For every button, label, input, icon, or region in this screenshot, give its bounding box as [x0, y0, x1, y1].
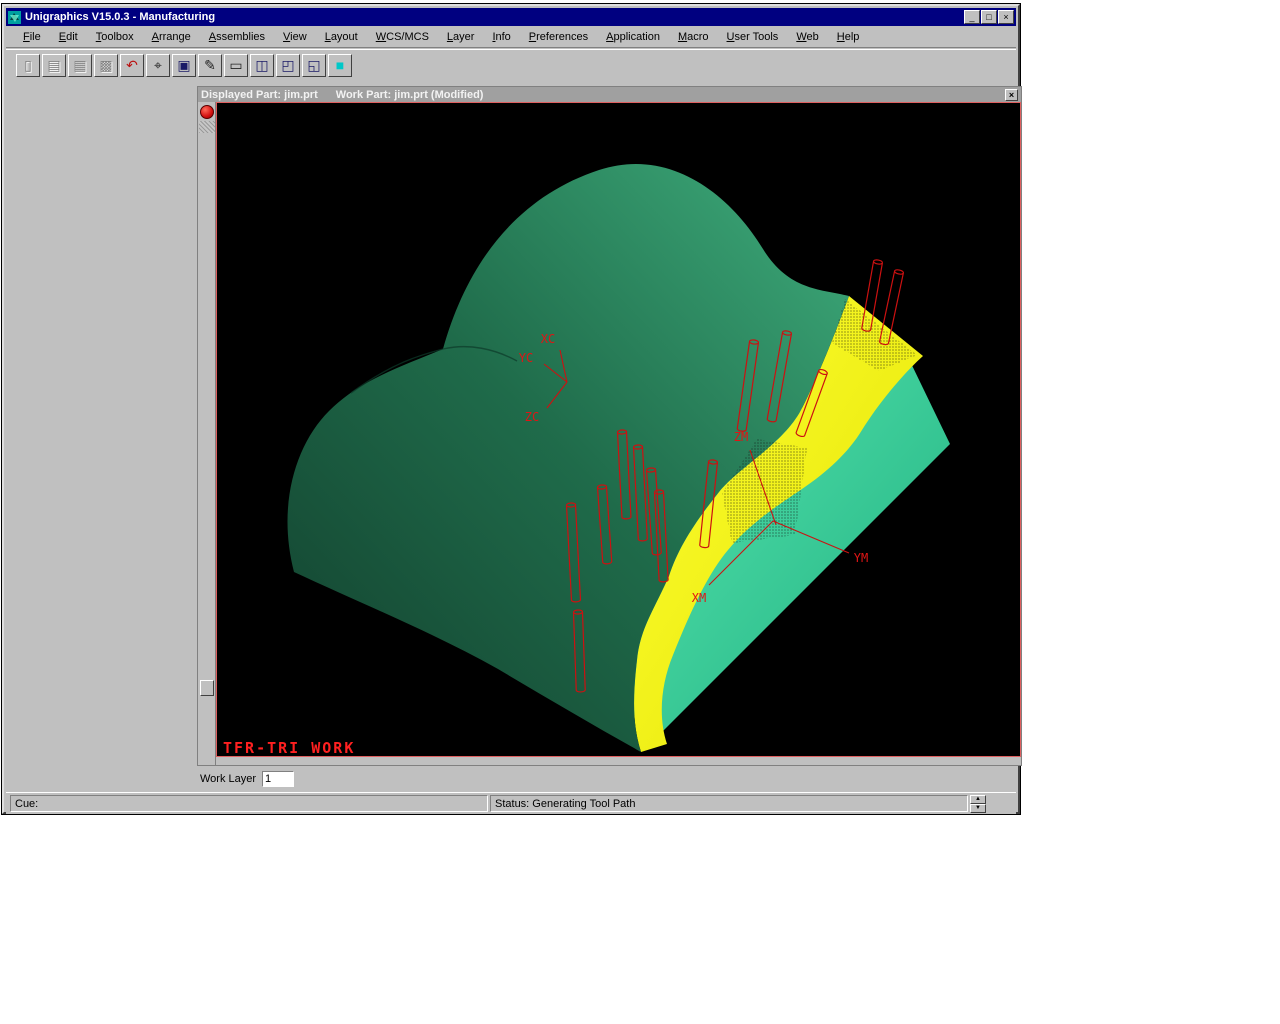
- solid-view-icon: ■: [336, 57, 344, 73]
- status-scroll-up-button[interactable]: ▲: [970, 795, 986, 804]
- menu-item-help[interactable]: Help: [828, 28, 869, 46]
- shaded-view-button[interactable]: ◱: [302, 54, 326, 77]
- work-layer-label: Work Layer: [200, 773, 256, 785]
- axis-label-zc: ZC: [525, 410, 539, 424]
- shaded-view-icon: ◱: [307, 57, 320, 74]
- graphics-window: Displayed Part: jim.prt Work Part: jim.p…: [197, 86, 1022, 766]
- menu-item-layout[interactable]: Layout: [316, 28, 367, 46]
- drafting-button[interactable]: ✎: [198, 54, 222, 77]
- axis-label-yc: YC: [519, 351, 533, 365]
- menu-item-preferences[interactable]: Preferences: [520, 28, 597, 46]
- desktop: Unigraphics V15.0.3 - Manufacturing _ □ …: [0, 0, 1280, 1024]
- menu-item-toolbox[interactable]: Toolbox: [87, 28, 143, 46]
- menu-item-layer[interactable]: Layer: [438, 28, 484, 46]
- work-layer-input[interactable]: [262, 771, 294, 787]
- app-icon: [8, 11, 21, 24]
- wireframe-view-button[interactable]: ◰: [276, 54, 300, 77]
- status-bar: Cue: Status: Generating Tool Path ▲ ▼: [6, 792, 1016, 814]
- view-annotation: TFR-TRI WORK: [223, 739, 355, 756]
- axis-label-zm: ZM: [734, 430, 748, 444]
- work-layer-row: Work Layer: [200, 769, 294, 789]
- zoom-button[interactable]: ⌖: [146, 54, 170, 77]
- graphics-close-button[interactable]: ×: [1005, 89, 1018, 101]
- menu-item-application[interactable]: Application: [597, 28, 669, 46]
- maximize-button[interactable]: □: [981, 10, 997, 24]
- status-scroll-down-button[interactable]: ▼: [970, 804, 986, 813]
- menu-item-user-tools[interactable]: User Tools: [718, 28, 788, 46]
- viewport-3d-canvas[interactable]: XC YC ZC ZM XM YM TFR-TRI WORK: [216, 102, 1021, 757]
- undo-icon: ↶: [126, 57, 138, 74]
- status-scroll-control: ▲ ▼: [970, 795, 986, 813]
- menu-bar: File Edit Toolbox Arrange Assemblies Vie…: [6, 26, 1016, 48]
- axis-label-xc: XC: [541, 332, 555, 346]
- toolbar: ▯ ▤ ▦ ▩ ↶ ⌖ ▣ ✎ ▭ ◫ ◰ ◱ ■: [6, 49, 1016, 80]
- interrupt-scrollbar[interactable]: [198, 102, 216, 765]
- side-panel: [6, 82, 197, 790]
- new-part-button[interactable]: ▯: [16, 54, 40, 77]
- layer-visibility-button[interactable]: ◫: [250, 54, 274, 77]
- interrupt-stop-light-button[interactable]: [200, 105, 214, 119]
- menu-item-edit[interactable]: Edit: [50, 28, 87, 46]
- drafting-icon: ✎: [204, 57, 216, 74]
- menu-item-assemblies[interactable]: Assemblies: [200, 28, 274, 46]
- close-button[interactable]: ×: [998, 10, 1014, 24]
- undo-button[interactable]: ↶: [120, 54, 144, 77]
- zoom-icon: ⌖: [154, 57, 162, 74]
- graphics-window-header[interactable]: Displayed Part: jim.prt Work Part: jim.p…: [198, 87, 1021, 102]
- scrollbar-thumb[interactable]: [200, 680, 214, 696]
- solid-view-button[interactable]: ■: [328, 54, 352, 77]
- new-part-icon: ▯: [24, 57, 32, 74]
- cue-field: Cue:: [10, 795, 488, 812]
- snapshot-icon: ▭: [229, 57, 242, 74]
- viewport-3d-scene: XC YC ZC ZM XM YM TFR-TRI WORK: [217, 103, 1020, 756]
- save-part-button[interactable]: ▦: [68, 54, 92, 77]
- fit-view-button[interactable]: ▣: [172, 54, 196, 77]
- minimize-button[interactable]: _: [964, 10, 980, 24]
- menu-item-macro[interactable]: Macro: [669, 28, 718, 46]
- axis-label-ym: YM: [854, 551, 868, 565]
- axis-label-xm: XM: [692, 591, 706, 605]
- layer-visibility-icon: ◫: [255, 57, 268, 74]
- print-button[interactable]: ▩: [94, 54, 118, 77]
- status-field: Status: Generating Tool Path: [490, 795, 968, 812]
- wireframe-view-icon: ◰: [281, 57, 294, 74]
- menu-item-info[interactable]: Info: [483, 28, 519, 46]
- open-part-button[interactable]: ▤: [42, 54, 66, 77]
- window-title: Unigraphics V15.0.3 - Manufacturing: [25, 11, 963, 23]
- menu-item-file[interactable]: File: [14, 28, 50, 46]
- displayed-part-label: Displayed Part: jim.prt: [201, 89, 318, 101]
- title-bar[interactable]: Unigraphics V15.0.3 - Manufacturing _ □ …: [6, 8, 1016, 26]
- menu-item-view[interactable]: View: [274, 28, 316, 46]
- scrollbar-dither: [199, 121, 215, 133]
- menu-item-web[interactable]: Web: [787, 28, 827, 46]
- print-icon: ▩: [99, 57, 112, 74]
- menu-item-wcs-mcs[interactable]: WCS/MCS: [367, 28, 438, 46]
- menu-item-arrange[interactable]: Arrange: [143, 28, 200, 46]
- open-part-icon: ▤: [47, 57, 60, 74]
- save-part-icon: ▦: [73, 57, 86, 74]
- app-window: Unigraphics V15.0.3 - Manufacturing _ □ …: [2, 4, 1020, 814]
- fit-view-icon: ▣: [177, 57, 190, 74]
- graphics-body: XC YC ZC ZM XM YM TFR-TRI WORK: [198, 102, 1021, 765]
- snapshot-button[interactable]: ▭: [224, 54, 248, 77]
- work-part-label: Work Part: jim.prt (Modified): [336, 89, 484, 101]
